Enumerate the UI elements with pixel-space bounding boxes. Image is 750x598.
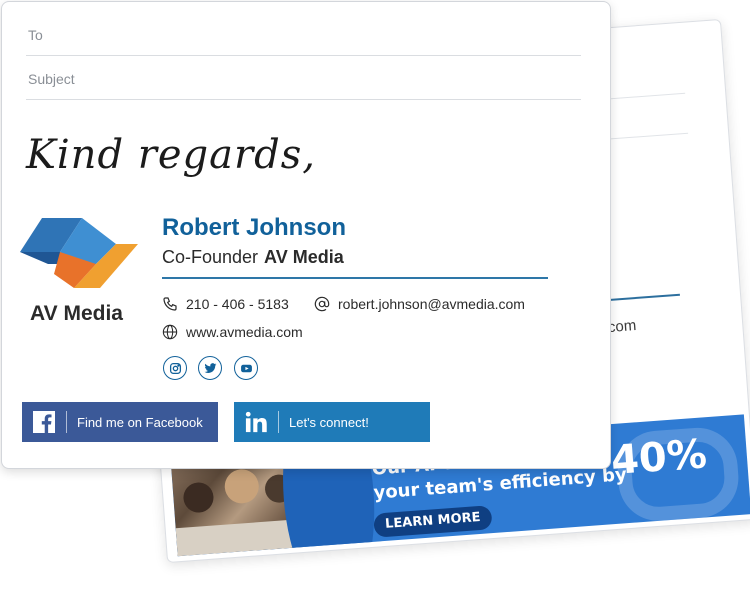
youtube-icon	[240, 364, 252, 372]
linkedin-button[interactable]: Let's connect!	[234, 402, 430, 442]
email-compose-card: Kind regards, AV Media Robert Johnson Co…	[1, 1, 611, 469]
facebook-button-label: Find me on Facebook	[77, 414, 203, 430]
subject-field[interactable]	[26, 56, 585, 101]
banner-percent: 40%	[609, 431, 709, 485]
twitter-link[interactable]	[198, 356, 222, 380]
button-divider	[66, 411, 67, 433]
role-title: Co-Founder	[162, 247, 259, 267]
signature-role: Co-Founder AV Media	[162, 247, 344, 268]
to-input[interactable]	[26, 12, 585, 57]
linkedin-button-label: Let's connect!	[289, 414, 369, 430]
signoff-text: Kind regards,	[26, 132, 316, 178]
phone-icon	[163, 297, 177, 311]
signature-divider	[162, 277, 548, 279]
email-contact[interactable]: robert.johnson@avmedia.com	[314, 296, 525, 312]
facebook-icon	[22, 402, 66, 442]
instagram-link[interactable]	[163, 356, 187, 380]
youtube-link[interactable]	[234, 356, 258, 380]
phone-contact[interactable]: 210 - 406 - 5183	[162, 296, 289, 312]
signature-name: Robert Johnson	[162, 214, 346, 241]
phone-number: 210 - 406 - 5183	[186, 296, 289, 312]
twitter-icon	[204, 362, 216, 373]
at-sign-icon	[314, 296, 330, 312]
av-media-logo-icon	[20, 218, 138, 288]
instagram-icon	[169, 362, 181, 374]
learn-more-button[interactable]: LEARN MORE	[373, 505, 493, 538]
to-field[interactable]	[26, 12, 585, 57]
linkedin-icon	[234, 402, 278, 442]
globe-icon	[162, 324, 178, 340]
email-address: robert.johnson@avmedia.com	[338, 296, 525, 312]
subject-input[interactable]	[26, 56, 585, 101]
logo-text: AV Media	[30, 302, 123, 325]
company-name: AV Media	[264, 247, 344, 267]
button-divider	[278, 411, 279, 433]
facebook-button[interactable]: Find me on Facebook	[22, 402, 218, 442]
website-contact[interactable]: www.avmedia.com	[162, 324, 303, 340]
website-url: www.avmedia.com	[186, 324, 303, 340]
